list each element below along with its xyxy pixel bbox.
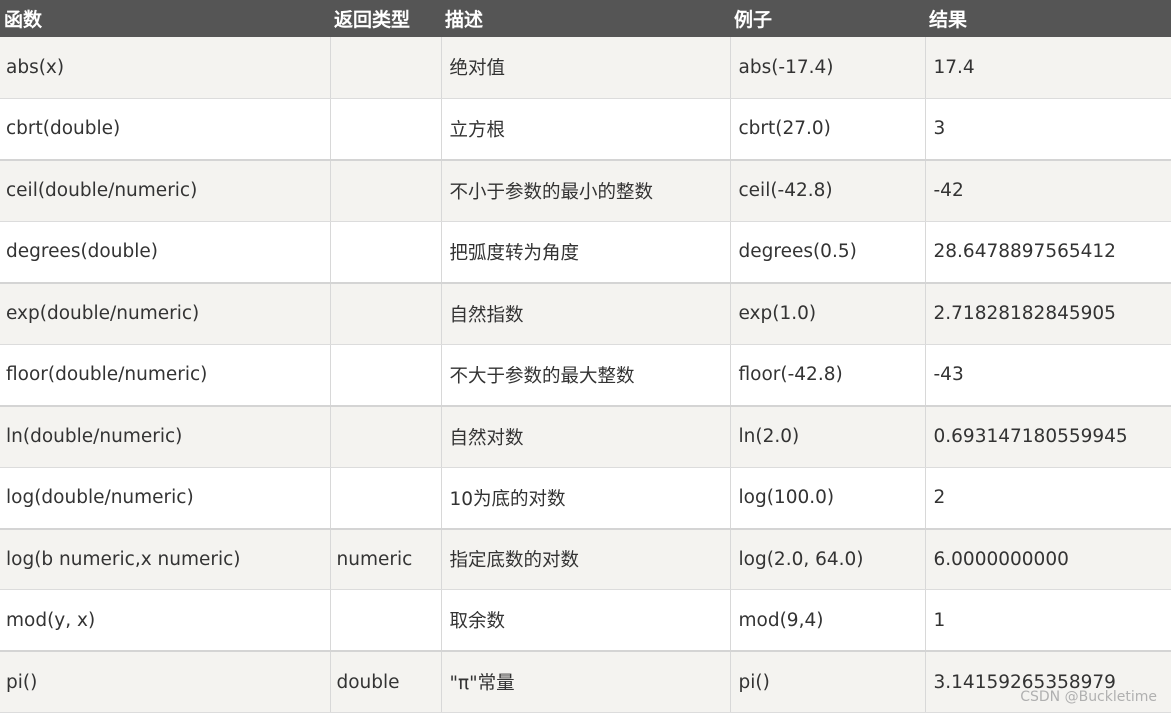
cell-return-type xyxy=(329,221,441,284)
header-description: 描述 xyxy=(445,9,484,31)
cell-example: ln(2.0) xyxy=(729,405,925,468)
cell-example: log(2.0, 64.0) xyxy=(729,528,925,591)
table-body: abs(x) 绝对值 abs(-17.4) 17.4 cbrt(double) … xyxy=(0,37,1171,713)
cell-function: log(double/numeric) xyxy=(0,467,330,530)
cell-function: floor(double/numeric) xyxy=(0,344,330,407)
header-row: 函数 返回类型 描述 例子 结果 xyxy=(0,0,1171,37)
header-result: 结果 xyxy=(929,9,968,31)
header-return-type: 返回类型 xyxy=(334,9,411,31)
header-function: 函数 xyxy=(4,9,43,31)
cell-result: 2 xyxy=(924,467,1171,530)
cell-description: 指定底数的对数 xyxy=(440,528,730,591)
cell-description: 不小于参数的最小的整数 xyxy=(440,159,730,222)
cell-function: log(b numeric,x numeric) xyxy=(0,528,330,591)
cell-return-type xyxy=(329,467,441,530)
cell-result: 6.0000000000 xyxy=(924,528,1171,591)
table-row: abs(x) 绝对值 abs(-17.4) 17.4 xyxy=(0,37,1171,99)
cell-result: 0.693147180559945 xyxy=(924,405,1171,468)
cell-example: ceil(-42.8) xyxy=(729,159,925,222)
cell-example: abs(-17.4) xyxy=(729,37,925,99)
table-row: exp(double/numeric) 自然指数 exp(1.0) 2.7182… xyxy=(0,282,1171,345)
table-header: 函数 返回类型 描述 例子 结果 xyxy=(0,0,1171,37)
cell-return-type xyxy=(329,98,441,161)
header-example: 例子 xyxy=(734,9,773,31)
table-row: ceil(double/numeric) 不小于参数的最小的整数 ceil(-4… xyxy=(0,159,1171,222)
cell-example: exp(1.0) xyxy=(729,282,925,345)
cell-example: degrees(0.5) xyxy=(729,221,925,284)
cell-result: 28.6478897565412 xyxy=(924,221,1171,284)
cell-function: degrees(double) xyxy=(0,221,330,284)
cell-example: mod(9,4) xyxy=(729,589,925,653)
table-row: log(b numeric,x numeric) numeric 指定底数的对数… xyxy=(0,528,1171,591)
cell-description: 取余数 xyxy=(440,589,730,653)
table-row: degrees(double) 把弧度转为角度 degrees(0.5) 28.… xyxy=(0,221,1171,284)
cell-function: mod(y, x) xyxy=(0,589,330,653)
cell-return-type xyxy=(329,589,441,653)
cell-return-type xyxy=(329,159,441,222)
cell-function: abs(x) xyxy=(0,37,330,99)
cell-function: ceil(double/numeric) xyxy=(0,159,330,222)
cell-result: -42 xyxy=(924,159,1171,222)
cell-return-type: numeric xyxy=(329,528,441,591)
cell-result: 2.71828182845905 xyxy=(924,282,1171,345)
table-row: floor(double/numeric) 不大于参数的最大整数 floor(-… xyxy=(0,344,1171,407)
table-row: ln(double/numeric) 自然对数 ln(2.0) 0.693147… xyxy=(0,405,1171,468)
cell-function: ln(double/numeric) xyxy=(0,405,330,468)
cell-function: exp(double/numeric) xyxy=(0,282,330,345)
cell-function: pi() xyxy=(0,651,330,713)
cell-description: 自然指数 xyxy=(440,282,730,345)
cell-description: 把弧度转为角度 xyxy=(440,221,730,284)
cell-example: cbrt(27.0) xyxy=(729,98,925,161)
cell-description: 立方根 xyxy=(440,98,730,161)
cell-description: 不大于参数的最大整数 xyxy=(440,344,730,407)
cell-example: pi() xyxy=(729,651,925,713)
cell-result: 1 xyxy=(924,589,1171,653)
table-row: cbrt(double) 立方根 cbrt(27.0) 3 xyxy=(0,98,1171,161)
csdn-watermark: CSDN @Buckletime xyxy=(1020,689,1157,705)
table-row: log(double/numeric) 10为底的对数 log(100.0) 2 xyxy=(0,467,1171,530)
cell-result: -43 xyxy=(924,344,1171,407)
cell-result: 3 xyxy=(924,98,1171,161)
cell-description: 自然对数 xyxy=(440,405,730,468)
cell-return-type xyxy=(329,37,441,99)
cell-description: "π"常量 xyxy=(440,651,730,713)
table-row: mod(y, x) 取余数 mod(9,4) 1 xyxy=(0,589,1171,653)
cell-description: 绝对值 xyxy=(440,37,730,99)
cell-description: 10为底的对数 xyxy=(440,467,730,530)
cell-return-type xyxy=(329,344,441,407)
cell-function: cbrt(double) xyxy=(0,98,330,161)
cell-return-type xyxy=(329,405,441,468)
functions-table: 函数 返回类型 描述 例子 结果 abs(x) 绝对值 abs(-17.4) 1… xyxy=(0,0,1171,713)
cell-result: 17.4 xyxy=(924,37,1171,99)
cell-return-type: double xyxy=(329,651,441,713)
cell-return-type xyxy=(329,282,441,345)
cell-example: floor(-42.8) xyxy=(729,344,925,407)
table-row: pi() double "π"常量 pi() 3.14159265358979 xyxy=(0,651,1171,713)
cell-example: log(100.0) xyxy=(729,467,925,530)
